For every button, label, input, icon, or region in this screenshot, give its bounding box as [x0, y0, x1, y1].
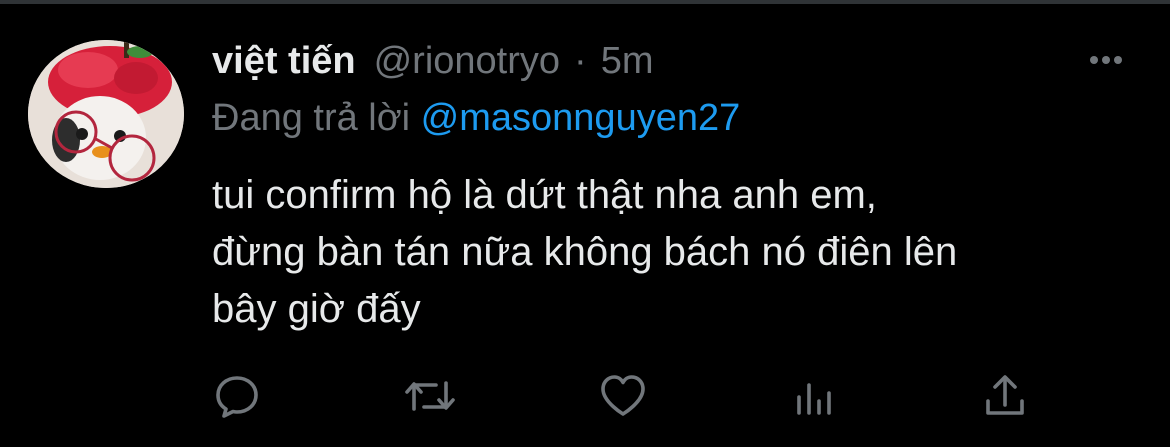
header-separator: ·	[574, 40, 587, 82]
more-options-icon[interactable]	[1086, 48, 1126, 72]
retweet-icon	[405, 381, 455, 411]
author-handle[interactable]: @rionotryo	[374, 37, 560, 85]
analytics-button[interactable]	[786, 368, 842, 424]
replying-to-user-link[interactable]: @masonnguyen27	[421, 97, 741, 139]
tweet-header: việt tiến @rionotryo · 5m	[212, 37, 653, 85]
replying-to-label: Đang trả lời	[212, 97, 411, 139]
avatar[interactable]	[28, 40, 184, 188]
tweet-time[interactable]: 5m	[601, 37, 654, 85]
like-icon	[601, 375, 645, 416]
share-icon	[986, 375, 1024, 415]
tweet-actions	[0, 368, 1170, 424]
author-name[interactable]: việt tiến	[212, 37, 356, 85]
reply-icon	[216, 376, 258, 418]
retweet-button[interactable]	[402, 368, 458, 424]
tweet-text: tui confirm hộ là dứt thật nha anh em, đ…	[212, 173, 958, 331]
top-divider	[0, 0, 1170, 4]
reply-button[interactable]	[209, 368, 265, 424]
replying-to: Đang trả lời @masonnguyen27	[212, 94, 740, 142]
analytics-icon	[797, 383, 831, 415]
like-button[interactable]	[595, 368, 651, 424]
share-button[interactable]	[977, 368, 1033, 424]
